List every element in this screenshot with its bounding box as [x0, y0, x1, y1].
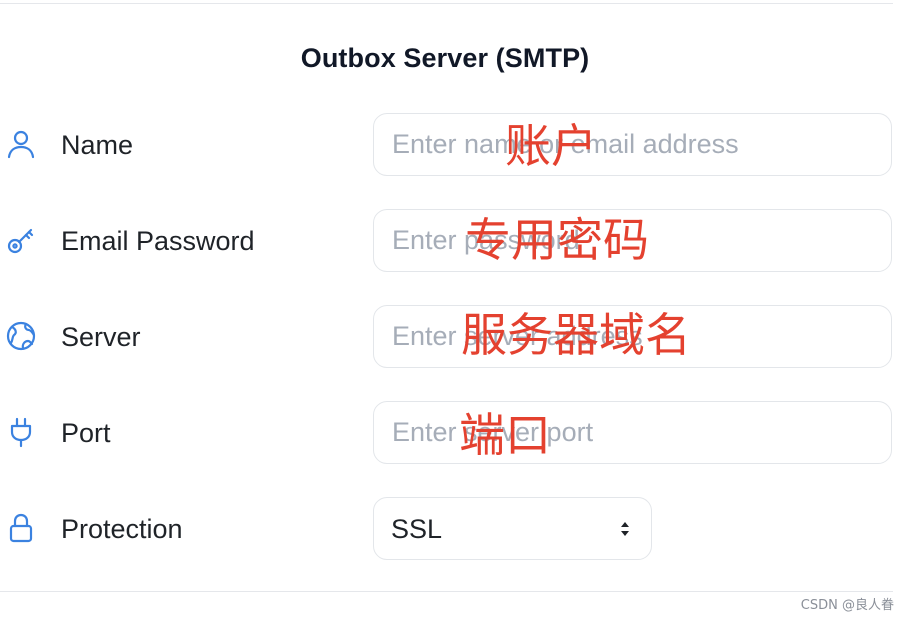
smtp-settings-panel: Outbox Server (SMTP) Name Email Password [0, 0, 908, 620]
protection-selected-value: SSL [391, 514, 443, 544]
form-row-name: Name [0, 113, 893, 177]
chevron-up-down-icon [619, 518, 631, 540]
bottom-divider [0, 591, 893, 592]
name-input[interactable] [373, 113, 892, 176]
form-row-password: Email Password [0, 209, 893, 273]
plug-icon [4, 415, 38, 449]
port-label: Port [61, 418, 111, 448]
globe-icon [4, 319, 38, 353]
user-icon [4, 127, 38, 161]
protection-label: Protection [61, 514, 183, 544]
email-password-input[interactable] [373, 209, 892, 272]
email-password-label: Email Password [61, 226, 255, 256]
port-input[interactable] [373, 401, 892, 464]
lock-icon [4, 511, 38, 545]
server-input[interactable] [373, 305, 892, 368]
top-divider [0, 3, 893, 4]
form-row-server: Server [0, 305, 893, 369]
section-title: Outbox Server (SMTP) [300, 43, 590, 73]
protection-select[interactable]: SSL [373, 497, 652, 560]
key-icon [4, 223, 38, 257]
form-row-port: Port [0, 401, 893, 465]
name-label: Name [61, 130, 134, 160]
watermark: CSDN @良人眷 [800, 598, 894, 613]
server-label: Server [61, 322, 141, 352]
form-row-protection: Protection SSL [0, 497, 893, 561]
